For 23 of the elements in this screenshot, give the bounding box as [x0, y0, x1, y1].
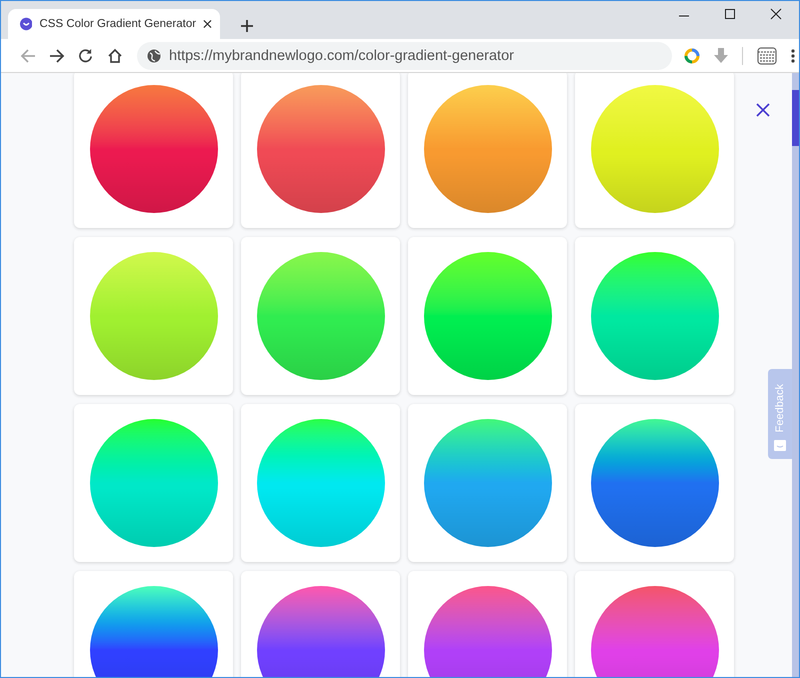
- reload-icon[interactable]: [78, 48, 93, 63]
- scrollbar[interactable]: [792, 73, 799, 677]
- url-text: https://mybrandnewlogo.com/color-gradient-generator: [169, 48, 514, 64]
- back-arrow-icon[interactable]: [20, 48, 36, 64]
- address-bar[interactable]: https://mybrandnewlogo.com/color-gradient-generator: [137, 42, 672, 70]
- tab-title: CSS Color Gradient Generator: [39, 18, 196, 30]
- ring-icon[interactable]: [684, 48, 700, 64]
- gradient-card[interactable]: [74, 73, 233, 228]
- close-icon[interactable]: [756, 103, 770, 117]
- site-icon: [20, 17, 32, 31]
- globe-icon: [147, 48, 161, 62]
- gradient-card[interactable]: [408, 404, 567, 562]
- home-icon[interactable]: [106, 48, 122, 64]
- gradient-card[interactable]: [575, 404, 734, 562]
- close-icon[interactable]: [203, 19, 212, 29]
- forward-arrow-icon[interactable]: [48, 48, 64, 64]
- gradient-card[interactable]: [241, 73, 400, 228]
- chat-icon: [774, 440, 786, 451]
- extension-icon[interactable]: [757, 46, 777, 64]
- browser-tab[interactable]: CSS Color Gradient Generator: [8, 9, 220, 39]
- new-tab-icon[interactable]: [240, 19, 254, 33]
- download-icon[interactable]: [714, 48, 728, 64]
- menu-icon[interactable]: [791, 48, 795, 64]
